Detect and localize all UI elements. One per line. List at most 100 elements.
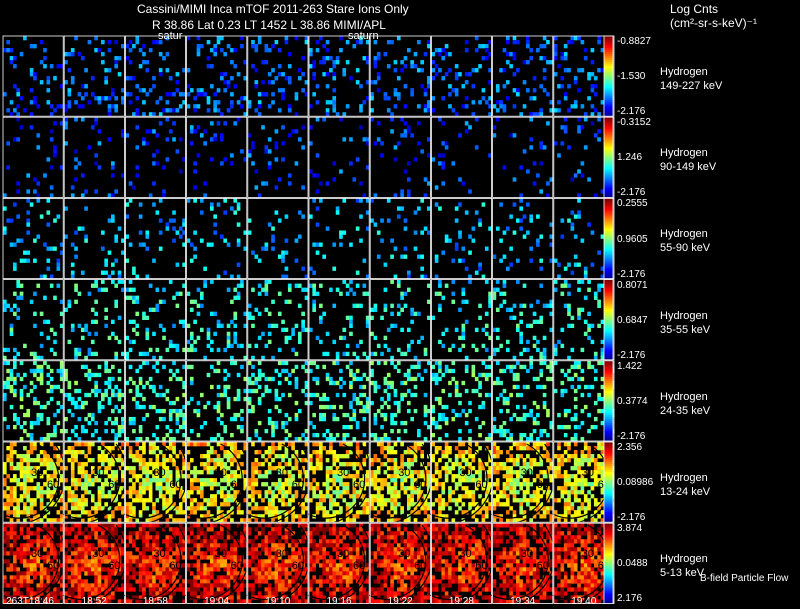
heatmap-cell bbox=[230, 100, 234, 105]
heatmap-cell bbox=[359, 198, 363, 203]
heatmap-cell bbox=[406, 343, 411, 349]
heatmap-cell bbox=[512, 462, 517, 467]
heatmap-cell bbox=[281, 96, 285, 101]
heatmap-cell bbox=[434, 258, 439, 263]
heatmap-cell bbox=[36, 234, 41, 239]
heatmap-cell bbox=[213, 494, 217, 499]
heatmap-cell bbox=[19, 494, 24, 499]
heatmap-cell bbox=[339, 48, 343, 53]
heatmap-cell bbox=[210, 202, 214, 207]
heatmap-cell bbox=[36, 198, 41, 203]
heatmap-cell bbox=[70, 454, 75, 459]
heatmap-cell bbox=[319, 462, 323, 467]
heatmap-cell bbox=[332, 502, 337, 507]
heatmap-cell bbox=[557, 64, 561, 69]
heatmap-cell bbox=[264, 307, 269, 312]
heatmap-cell bbox=[16, 189, 21, 194]
heatmap-cell bbox=[444, 234, 449, 239]
heatmap-cell bbox=[332, 76, 337, 81]
heatmap-cell bbox=[434, 450, 439, 455]
heatmap-cell bbox=[213, 104, 217, 109]
heatmap-cell bbox=[536, 420, 540, 426]
heatmap-cell bbox=[138, 351, 143, 357]
heatmap-cell bbox=[349, 137, 353, 142]
heatmap-cell bbox=[165, 92, 170, 97]
heatmap-cell bbox=[315, 250, 320, 255]
heatmap-cell bbox=[233, 416, 238, 422]
heatmap-cell bbox=[434, 376, 439, 382]
heatmap-cell bbox=[570, 376, 575, 382]
heatmap-cell bbox=[80, 462, 85, 467]
heatmap-cell bbox=[454, 498, 459, 503]
heatmap-cell bbox=[67, 339, 72, 345]
heatmap-cell bbox=[84, 327, 88, 333]
heatmap-cell bbox=[532, 343, 537, 349]
heatmap-cell bbox=[49, 137, 54, 142]
heatmap-cell bbox=[49, 376, 54, 382]
heatmap-cell bbox=[247, 482, 252, 487]
heatmap-cell bbox=[254, 506, 259, 511]
heatmap-cell bbox=[132, 76, 136, 81]
heatmap-cell bbox=[152, 202, 156, 207]
heatmap-cell bbox=[9, 462, 14, 467]
heatmap-cell bbox=[6, 368, 10, 374]
heatmap-cell bbox=[168, 400, 173, 406]
heatmap-cell bbox=[148, 490, 153, 495]
heatmap-cell bbox=[522, 432, 527, 438]
heatmap-cell bbox=[29, 506, 34, 511]
heatmap-cell bbox=[542, 400, 547, 406]
heatmap-cell bbox=[142, 137, 146, 142]
heatmap-cell bbox=[56, 262, 61, 267]
heatmap-cell bbox=[90, 388, 95, 394]
heatmap-panel bbox=[430, 116, 492, 198]
heatmap-cell bbox=[345, 343, 350, 349]
heatmap-cell bbox=[236, 392, 241, 398]
heatmap-cell bbox=[410, 364, 414, 370]
heatmap-cell bbox=[393, 323, 398, 329]
heatmap-cell bbox=[580, 161, 585, 166]
heatmap-cell bbox=[471, 68, 476, 73]
heatmap-cell bbox=[13, 388, 17, 394]
heatmap-cell bbox=[216, 40, 221, 45]
heatmap-cell bbox=[441, 416, 446, 422]
heatmap-cell bbox=[529, 432, 534, 438]
heatmap-cell bbox=[213, 368, 217, 374]
heatmap-cell bbox=[294, 96, 299, 101]
heatmap-cell bbox=[254, 343, 259, 349]
heatmap-cell bbox=[484, 462, 489, 467]
heatmap-cell bbox=[431, 96, 436, 101]
heatmap-cell bbox=[349, 442, 353, 447]
heatmap-cell bbox=[56, 214, 61, 219]
heatmap-cell bbox=[481, 202, 486, 207]
heatmap-cell bbox=[386, 96, 391, 101]
heatmap-cell bbox=[315, 466, 320, 471]
heatmap-cell bbox=[90, 498, 95, 503]
heatmap-cell bbox=[516, 92, 520, 97]
heatmap-cell bbox=[593, 76, 598, 81]
heatmap-cell bbox=[448, 238, 452, 243]
heatmap-cell bbox=[223, 88, 228, 93]
heatmap-cell bbox=[46, 372, 51, 378]
heatmap-cell bbox=[325, 108, 330, 113]
heatmap-cell bbox=[376, 498, 381, 503]
heatmap-cell bbox=[223, 486, 228, 491]
heatmap-cell bbox=[26, 486, 31, 491]
heatmap-cell bbox=[339, 442, 343, 447]
heatmap-cell bbox=[16, 482, 21, 487]
heatmap-cell bbox=[13, 412, 17, 418]
heatmap-cell bbox=[403, 490, 408, 495]
heatmap-cell bbox=[16, 498, 21, 503]
heatmap-cell bbox=[128, 242, 133, 247]
heatmap-cell bbox=[481, 44, 486, 49]
heatmap-cell bbox=[210, 466, 214, 471]
heatmap-cell bbox=[573, 234, 578, 239]
heatmap-cell bbox=[396, 141, 401, 146]
heatmap-cell bbox=[77, 506, 82, 511]
heatmap-cell bbox=[236, 396, 241, 402]
heatmap-cell bbox=[145, 470, 150, 475]
heatmap-cell bbox=[454, 446, 459, 451]
heatmap-cell bbox=[274, 482, 279, 487]
heatmap-cell bbox=[451, 376, 456, 382]
heatmap-cell bbox=[580, 420, 585, 426]
heatmap-cell bbox=[383, 303, 388, 308]
